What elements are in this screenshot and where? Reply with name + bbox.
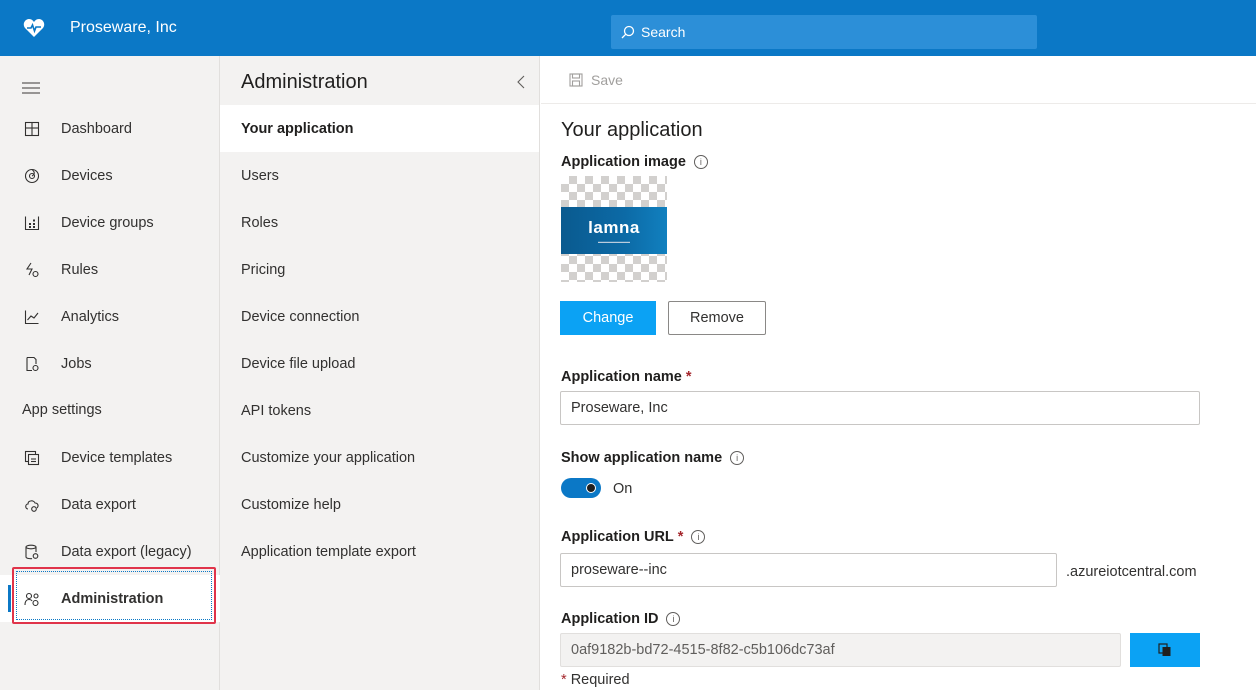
application-id-field: 0af9182b-bd72-4515-8f82-c5b106dc73af (560, 633, 1121, 667)
nav-section-app-settings: App settings (22, 402, 102, 418)
application-image-text: Application image (561, 154, 686, 170)
devices-icon (23, 167, 41, 185)
application-logo-image: lamna ▬▬▬▬▬▬▬▬ (561, 207, 667, 254)
data-export-legacy-icon (23, 543, 41, 561)
save-label: Save (591, 72, 623, 88)
info-icon[interactable]: i (691, 530, 706, 544)
main-content: Save Your application Application image … (541, 56, 1256, 690)
selection-indicator (8, 585, 11, 612)
hamburger-menu-icon[interactable] (22, 81, 40, 95)
application-name-label: Application name * (561, 369, 692, 385)
nav-item-devices[interactable]: Devices (0, 152, 220, 199)
device-groups-icon (23, 214, 41, 232)
panel-title: Administration (241, 71, 368, 93)
application-url-input[interactable]: proseware--inc (560, 553, 1057, 587)
admin-item-customize-help[interactable]: Customize help (220, 481, 539, 528)
show-application-name-text: Show application name (561, 450, 723, 466)
focus-outline (16, 571, 212, 620)
nav-item-jobs[interactable]: Jobs (0, 340, 220, 387)
remove-image-button[interactable]: Remove (668, 301, 766, 335)
logo-tagline-graphic: ▬▬▬▬▬▬▬▬ (598, 238, 630, 244)
admin-item-customize-application[interactable]: Customize your application (220, 434, 539, 481)
admin-item-your-application[interactable]: Your application (220, 105, 539, 152)
save-button[interactable]: Save (569, 72, 623, 88)
search-placeholder: Search (641, 24, 686, 40)
nav-item-rules[interactable]: Rules (0, 246, 220, 293)
admin-item-users[interactable]: Users (220, 152, 539, 199)
nav-item-dashboard[interactable]: Dashboard (0, 105, 220, 152)
dashboard-icon (23, 120, 41, 138)
required-asterisk: * (685, 369, 692, 385)
application-image-label: Application image i (561, 154, 708, 170)
admin-item-roles[interactable]: Roles (220, 199, 539, 246)
nav-label: Dashboard (61, 120, 132, 137)
collapse-chevron-icon[interactable] (515, 74, 527, 90)
save-icon (569, 73, 583, 87)
nav-label: Data export (legacy) (61, 543, 192, 560)
app-logo-icon[interactable] (22, 18, 46, 38)
info-icon[interactable]: i (693, 155, 708, 169)
admin-item-pricing[interactable]: Pricing (220, 246, 539, 293)
nav-label: Device groups (61, 214, 154, 231)
analytics-icon (23, 308, 41, 326)
admin-item-device-file-upload[interactable]: Device file upload (220, 340, 539, 387)
nav-label: Analytics (61, 308, 120, 325)
administration-panel: Administration Your application Users Ro… (220, 56, 540, 690)
jobs-icon (23, 355, 41, 373)
required-footnote-text: Required (570, 672, 630, 688)
show-application-name-label: Show application name i (561, 450, 745, 466)
required-asterisk: * (677, 529, 684, 545)
application-id-label: Application ID i (561, 611, 681, 627)
application-name-input[interactable]: Proseware, Inc (560, 391, 1200, 425)
required-asterisk: * (561, 672, 567, 688)
admin-item-api-tokens[interactable]: API tokens (220, 387, 539, 434)
application-url-label: Application URL * i (561, 529, 706, 545)
top-bar: Proseware, Inc Search (0, 0, 1256, 56)
show-name-toggle[interactable] (561, 478, 601, 498)
nav-label: Data export (61, 496, 136, 513)
admin-item-device-connection[interactable]: Device connection (220, 293, 539, 340)
toggle-knob (586, 483, 596, 493)
rules-icon (23, 261, 41, 279)
page-title: Your application (561, 119, 703, 141)
application-id-text: Application ID (561, 611, 659, 627)
nav-item-data-export[interactable]: Data export (0, 481, 220, 528)
app-name[interactable]: Proseware, Inc (70, 19, 177, 37)
required-footnote: * Required (561, 672, 630, 688)
data-export-icon (23, 496, 41, 514)
toggle-state-label: On (613, 481, 633, 497)
nav-label: Devices (61, 167, 113, 184)
application-url-text: Application URL (561, 529, 674, 545)
nav-item-device-templates[interactable]: Device templates (0, 434, 220, 481)
logo-text: lamna (588, 217, 640, 237)
highlight-box (12, 567, 216, 624)
info-icon[interactable]: i (730, 451, 745, 465)
copy-id-button[interactable] (1130, 633, 1200, 667)
copy-icon (1158, 643, 1171, 656)
url-suffix: .azureiotcentral.com (1066, 564, 1197, 580)
application-name-text: Application name (561, 369, 682, 385)
nav-label: Rules (61, 261, 99, 278)
info-icon[interactable]: i (666, 612, 681, 626)
application-image-preview: lamna ▬▬▬▬▬▬▬▬ (561, 176, 667, 282)
nav-label: Device templates (61, 449, 173, 466)
admin-item-template-export[interactable]: Application template export (220, 528, 539, 575)
search-box[interactable]: Search (611, 15, 1037, 49)
device-templates-icon (23, 449, 41, 467)
change-image-button[interactable]: Change (560, 301, 656, 335)
nav-item-analytics[interactable]: Analytics (0, 293, 220, 340)
search-icon (621, 25, 635, 39)
nav-label: Jobs (61, 355, 92, 372)
nav-item-device-groups[interactable]: Device groups (0, 199, 220, 246)
command-bar: Save (541, 56, 1256, 104)
